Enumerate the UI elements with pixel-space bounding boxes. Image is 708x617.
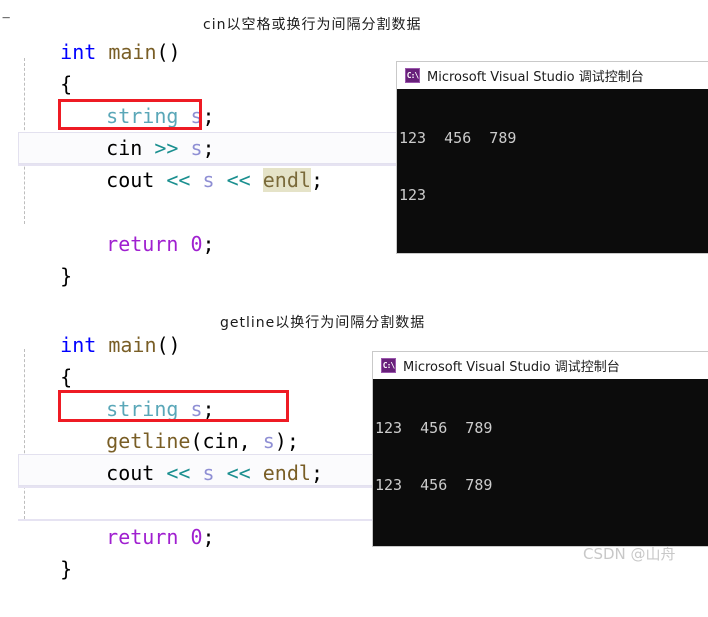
console-titlebar-2[interactable]: C:\ Microsoft Visual Studio 调试控制台 [373, 352, 708, 379]
csdn-watermark: CSDN @山舟 [583, 545, 676, 563]
console-line: 123 456 789 [375, 419, 493, 437]
code-line-close-brace: } [0, 521, 400, 581]
code-block-getline: int main() { string s; getline(cin, s); … [0, 297, 700, 581]
console-line: 123 [399, 186, 427, 204]
console-title-text-1: Microsoft Visual Studio 调试控制台 [427, 70, 644, 85]
console-window-1[interactable]: C:\ Microsoft Visual Studio 调试控制台 123 45… [397, 62, 708, 253]
code-line-cout: cout << s << endl; [0, 132, 400, 192]
code-line-blank-2 [0, 457, 400, 489]
code-line-open-brace: { [0, 329, 400, 389]
console-app-icon: C:\ [405, 68, 420, 83]
brace-close: } [60, 557, 73, 581]
annotation-cin: cin以空格或换行为间隔分割数据 [203, 17, 422, 33]
console-window-2[interactable]: C:\ Microsoft Visual Studio 调试控制台 123 45… [373, 352, 708, 546]
console-line: 123 456 789 [375, 476, 493, 494]
code-line-string-decl: string s; [0, 361, 400, 421]
console-output-2: 123 456 789 123 456 789 D:\2022code\2. 1… [373, 379, 708, 546]
annotation-getline: getline以换行为间隔分割数据 [220, 315, 426, 331]
code-line-close-brace: } [0, 228, 400, 288]
code-line-string-decl: string s; [0, 68, 400, 128]
code-line-open-brace: { [0, 36, 400, 96]
code-line-cout: cout << s << endl; [0, 425, 400, 485]
brace-close: } [60, 264, 73, 288]
console-title-text-2: Microsoft Visual Studio 调试控制台 [403, 360, 620, 375]
code-line-blank-1 [0, 164, 400, 196]
code-line-return: return 0; [0, 489, 400, 549]
code-line-return: return 0; [0, 196, 400, 256]
console-app-icon: C:\ [381, 358, 396, 373]
code-block-cin: − int main() { string s; cin >> s; cout … [0, 4, 700, 288]
console-line: 123 456 789 [399, 129, 517, 147]
console-output-1: 123 456 789 123 D:\2022code\2. 11\Debug\… [397, 89, 708, 253]
console-titlebar-1[interactable]: C:\ Microsoft Visual Studio 调试控制台 [397, 62, 708, 89]
code-line-cin: cin >> s; [0, 100, 400, 160]
code-line-getline: getline(cin, s); [0, 393, 400, 453]
